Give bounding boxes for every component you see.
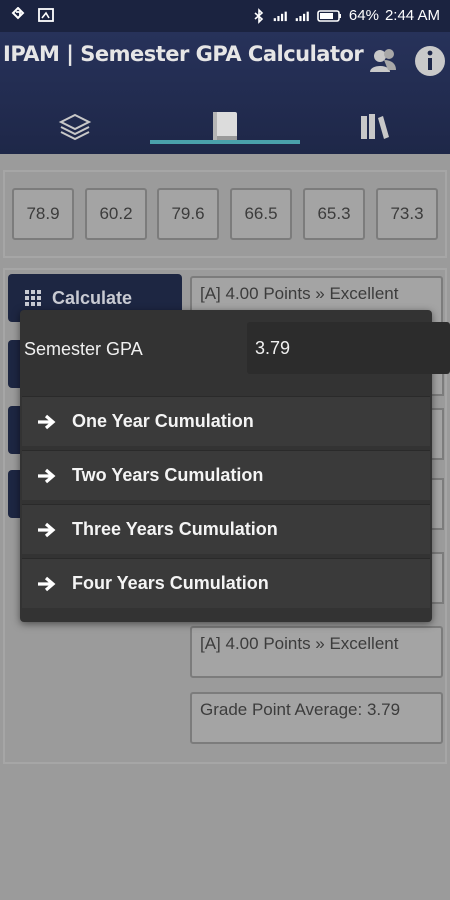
screenshot-icon xyxy=(38,8,54,22)
signal-icon xyxy=(273,11,287,21)
tab-bar xyxy=(0,100,450,154)
clock: 2:44 AM xyxy=(384,7,440,24)
menu-item-four-years[interactable]: Four Years Cumulation xyxy=(22,558,430,608)
sync-icon xyxy=(11,7,25,20)
signal-icon-2 xyxy=(295,11,309,21)
grid-icon xyxy=(25,290,41,306)
profile-icon[interactable] xyxy=(366,44,400,78)
book-icon xyxy=(213,112,237,142)
menu-item-label: One Year Cumulation xyxy=(72,411,254,431)
menu-item-three-years[interactable]: Three Years Cumulation xyxy=(22,504,430,554)
battery-icon xyxy=(317,9,341,22)
menu-item-label: Four Years Cumulation xyxy=(72,573,269,593)
menu-item-one-year[interactable]: One Year Cumulation xyxy=(22,396,430,446)
semester-gpa-row: Semester GPA 3.79 xyxy=(20,310,450,394)
bluetooth-icon xyxy=(254,7,264,24)
info-icon[interactable] xyxy=(413,44,447,78)
tab-library[interactable] xyxy=(300,100,450,154)
status-bar: 64% 2:44 AM xyxy=(0,0,450,32)
library-icon xyxy=(361,114,389,139)
arrow-right-icon xyxy=(38,522,56,537)
battery-percent: 64% xyxy=(348,7,379,24)
score-field-4[interactable]: 66.5 xyxy=(230,188,292,240)
menu-item-two-years[interactable]: Two Years Cumulation xyxy=(22,450,430,500)
app-header: IPAM | Semester GPA Calculator xyxy=(0,32,450,154)
gpa-summary-field: Grade Point Average: 3.79 xyxy=(190,692,443,744)
result-field-4 xyxy=(432,478,444,530)
tab-book[interactable] xyxy=(150,100,300,154)
score-field-3[interactable]: 79.6 xyxy=(157,188,219,240)
menu-item-label: Two Years Cumulation xyxy=(72,465,264,485)
result-field-3 xyxy=(432,408,444,460)
arrow-right-icon xyxy=(38,576,56,591)
score-field-1[interactable]: 78.9 xyxy=(12,188,74,240)
semester-gpa-label: Semester GPA xyxy=(24,339,143,359)
tab-indicator xyxy=(150,140,300,144)
app-title: IPAM | Semester GPA Calculator xyxy=(3,42,364,66)
arrow-right-icon xyxy=(38,414,56,429)
menu-item-label: Three Years Cumulation xyxy=(72,519,278,539)
result-field-6: [A] 4.00 Points » Excellent xyxy=(190,626,443,678)
semester-gpa-value: 3.79 xyxy=(247,322,450,374)
score-field-5[interactable]: 65.3 xyxy=(303,188,365,240)
score-field-2[interactable]: 60.2 xyxy=(85,188,147,240)
tab-layers[interactable] xyxy=(0,100,150,154)
layers-icon xyxy=(58,113,92,141)
score-field-6[interactable]: 73.3 xyxy=(376,188,438,240)
result-field-5 xyxy=(432,552,444,604)
arrow-right-icon xyxy=(38,468,56,483)
cumulation-popup: Semester GPA 3.79 One Year Cumulation Tw… xyxy=(20,310,450,622)
calculate-label: Calculate xyxy=(52,287,133,308)
